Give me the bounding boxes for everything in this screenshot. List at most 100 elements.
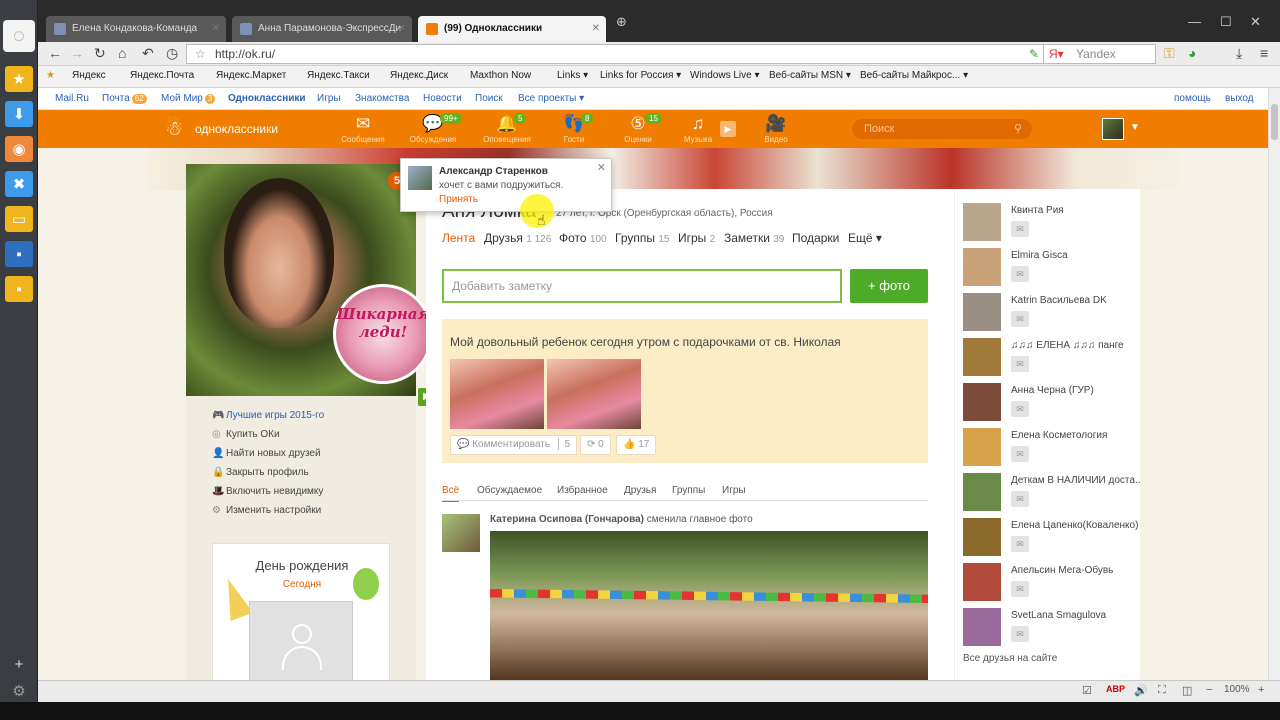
bookmark-microsoft[interactable]: Веб-сайты Майкрос... ▾ [860, 70, 968, 81]
friend-item[interactable]: ♫♫♫ ЕЛЕНА ♫♫♫ панге ✉ [963, 338, 1133, 378]
like-button[interactable]: 👍 17 [616, 435, 657, 455]
maximize-icon[interactable]: ☐ [1220, 14, 1232, 30]
download-icon[interactable]: ⬇ [5, 101, 33, 127]
page-scrollbar[interactable] [1268, 88, 1280, 680]
reload-icon[interactable]: ↻ [94, 45, 106, 62]
tab-photos[interactable]: Фото 100 [559, 231, 607, 245]
friend-avatar[interactable] [963, 563, 1001, 601]
requester-avatar[interactable] [408, 166, 432, 190]
maxthon-logo-icon[interactable]: ◌ [3, 20, 35, 52]
message-icon[interactable]: ✉ [1011, 356, 1029, 372]
message-icon[interactable]: ✉ [1011, 581, 1029, 597]
toolbar-ratings[interactable]: ⑤ Оценки 15 [610, 113, 666, 144]
message-icon[interactable]: ✉ [1011, 491, 1029, 507]
friend-item[interactable]: Апельсин Мега-Обувь ✉ [963, 563, 1133, 603]
tab-friends[interactable]: Друзья 1 126 [484, 231, 551, 245]
friend-avatar[interactable] [963, 608, 1001, 646]
split-view-icon[interactable]: ◫ [1182, 684, 1192, 697]
pin-icon[interactable]: ✎ [1029, 45, 1039, 63]
bookmark-yandex-disk[interactable]: Яндекс.Диск [390, 70, 448, 81]
back-icon[interactable]: ← [48, 45, 62, 61]
message-icon[interactable]: ✉ [1011, 221, 1029, 237]
url-input[interactable]: ☆ http://ok.ru/ ✎ [186, 44, 1046, 64]
add-note-input[interactable]: Добавить заметку [442, 269, 842, 303]
bookmark-msn[interactable]: Веб-сайты MSN ▾ [769, 70, 851, 81]
add-photo-button[interactable]: + фото [850, 269, 928, 303]
bookmark-yandex-market[interactable]: Яндекс.Маркет [216, 70, 286, 81]
zoom-level[interactable]: 100% [1224, 684, 1250, 695]
portal-dating[interactable]: Знакомства [355, 93, 409, 104]
app-icon[interactable]: ▪ [5, 241, 33, 267]
menu-icon[interactable]: ≡ [1260, 45, 1268, 61]
close-tab-icon[interactable]: ✕ [398, 16, 406, 42]
feed-tab-discussed[interactable]: Обсуждаемое [477, 485, 542, 496]
tab-notes[interactable]: Заметки 39 [724, 231, 784, 245]
window-close-icon[interactable]: ✕ [1250, 14, 1261, 30]
friend-avatar[interactable] [963, 293, 1001, 331]
chevron-down-icon[interactable]: ▼ [1130, 122, 1140, 133]
close-tab-icon[interactable]: ✕ [212, 16, 220, 42]
close-tab-icon[interactable]: ✕ [592, 16, 600, 42]
feed-tab-favorites[interactable]: Избранное [557, 485, 608, 496]
downloads-icon[interactable]: ⤓ [1236, 45, 1242, 62]
friend-avatar[interactable] [963, 473, 1001, 511]
forward-icon[interactable]: → [70, 45, 84, 61]
portal-all-projects[interactable]: Все проекты ▾ [518, 93, 584, 104]
tab-odnoklassniki[interactable]: (99) Одноклассники ✕ [418, 16, 606, 42]
message-icon[interactable]: ✉ [1011, 266, 1029, 282]
history-icon[interactable]: ◷ [166, 45, 178, 62]
message-icon[interactable]: ✉ [1011, 626, 1029, 642]
toolbar-video[interactable]: 🎥 Видео [748, 113, 804, 144]
feed-tab-games[interactable]: Игры [722, 485, 746, 496]
bookmark-star-icon[interactable]: ☆ [195, 45, 206, 63]
adblock-icon[interactable]: ABP [1106, 684, 1125, 694]
tools-icon[interactable]: ✖ [5, 171, 33, 197]
new-tab-icon[interactable]: ⊕ [616, 14, 627, 30]
menu-close-profile[interactable]: 🔒 Закрыть профиль [212, 467, 309, 478]
favorites-star-icon[interactable]: ★ [5, 66, 33, 92]
scrollbar-thumb[interactable] [1271, 104, 1278, 140]
friend-avatar[interactable] [963, 248, 1001, 286]
checkbox-icon[interactable]: ☑ [1082, 684, 1092, 697]
gift-sticker[interactable]: Шикарная леди! [333, 284, 433, 384]
reshare-button[interactable]: ⟳ 0 [580, 435, 611, 455]
friend-avatar[interactable] [963, 203, 1001, 241]
feed-author-avatar[interactable] [442, 514, 480, 552]
logout-link[interactable]: выход [1225, 93, 1254, 104]
search-engine-input[interactable]: Я▾ Yandex [1043, 44, 1156, 64]
tab-more[interactable]: Ещё ▾ [848, 231, 882, 245]
menu-best-games[interactable]: 🎮 Лучшие игры 2015-го [212, 410, 324, 421]
friend-avatar[interactable] [963, 383, 1001, 421]
friend-item[interactable]: Анна Черна (ГУР) ✉ [963, 383, 1133, 423]
minimize-icon[interactable]: — [1188, 14, 1201, 29]
toolbar-music[interactable]: ♫ Музыка [670, 113, 726, 144]
menu-find-friends[interactable]: 👤 Найти новых друзей [212, 448, 321, 459]
zoom-in-icon[interactable]: + [1258, 684, 1264, 696]
friend-item[interactable]: Katrin Васильева DK ✉ [963, 293, 1133, 333]
portal-news[interactable]: Новости [423, 93, 462, 104]
toolbar-notifications[interactable]: 🔔 Оповещения 5 [479, 113, 535, 144]
message-icon[interactable]: ✉ [1011, 446, 1029, 462]
menu-buy-oki[interactable]: ◎ Купить ОКи [212, 429, 280, 440]
menu-settings[interactable]: ⚙ Изменить настройки [212, 505, 321, 516]
bookmark-yandex[interactable]: Яндекс [72, 70, 106, 81]
menu-invisible-mode[interactable]: 🎩 Включить невидимку [212, 486, 323, 497]
friend-item[interactable]: Квинта Рия ✉ [963, 203, 1133, 243]
all-friends-link[interactable]: Все друзья на сайте [963, 653, 1057, 664]
friend-item[interactable]: Елена Цапенко(Коваленко) ✉ [963, 518, 1138, 558]
help-link[interactable]: помощь [1174, 93, 1211, 104]
friend-item[interactable]: Деткам В НАЛИЧИИ доста... ✉ [963, 473, 1141, 513]
post-image[interactable] [547, 359, 641, 429]
bookmark-links[interactable]: Links ▾ [557, 70, 588, 81]
favorites-icon[interactable]: ★ [46, 70, 55, 81]
friend-avatar[interactable] [963, 518, 1001, 556]
undo-icon[interactable]: ↶ [142, 45, 154, 62]
tab-groups[interactable]: Группы 15 [615, 231, 669, 245]
feed-tab-friends[interactable]: Друзья [624, 485, 656, 496]
message-icon[interactable]: ✉ [1011, 401, 1029, 417]
friend-item[interactable]: Elmira Gisca ✉ [963, 248, 1133, 288]
post-image[interactable] [450, 359, 544, 429]
rss-icon[interactable]: ◉ [5, 136, 33, 162]
friend-avatar[interactable] [963, 428, 1001, 466]
bookmark-windows-live[interactable]: Windows Live ▾ [690, 70, 760, 81]
